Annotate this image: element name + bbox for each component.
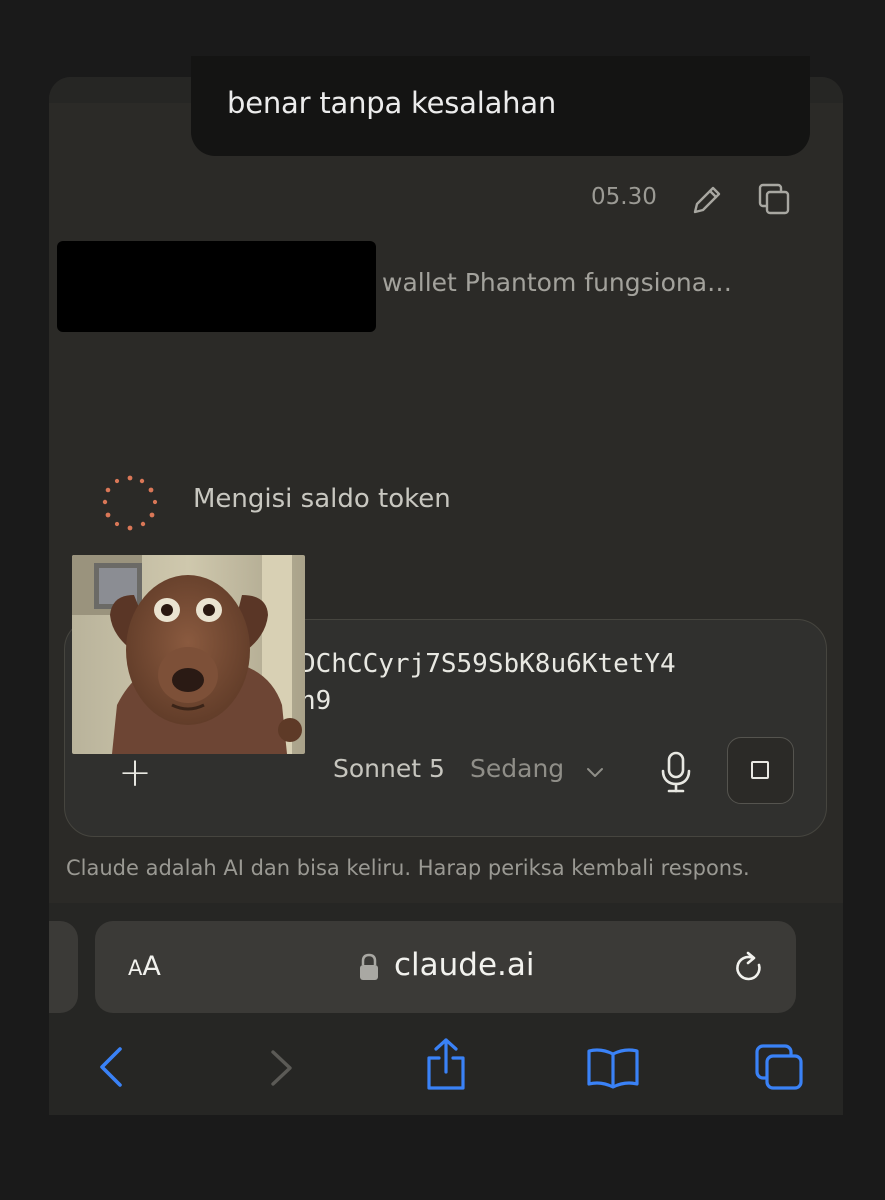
microphone-icon[interactable] — [658, 750, 694, 794]
disclaimer-text: Claude adalah AI dan bisa keliru. Harap … — [66, 856, 750, 880]
tabs-icon[interactable] — [754, 1043, 804, 1091]
url-text[interactable]: claude.ai — [394, 947, 535, 983]
chevron-down-icon[interactable] — [584, 761, 606, 783]
add-attachment-button[interactable]: + — [112, 750, 158, 796]
loading-spinner-icon — [100, 473, 160, 533]
stop-icon — [751, 761, 769, 779]
dog-picture-overlay — [72, 555, 305, 754]
status-text: Mengisi saldo token — [193, 484, 451, 514]
chevron-right-icon[interactable] — [268, 1048, 296, 1088]
thinking-summary[interactable]: wallet Phantom fungsiona… — [382, 268, 732, 297]
composer-line-1: DChCCyrj7S59SbK8u6KtetY4 — [300, 649, 676, 679]
chevron-left-icon[interactable] — [96, 1045, 126, 1089]
share-icon[interactable] — [424, 1036, 468, 1092]
composer-input-text[interactable]: DChCCyrj7S59SbK8u6KtetY4 h9 — [300, 646, 820, 720]
copy-icon[interactable] — [756, 181, 792, 217]
book-icon[interactable] — [585, 1046, 641, 1090]
model-effort-level[interactable]: Sedang — [470, 754, 564, 783]
reload-icon[interactable] — [731, 950, 767, 986]
redacted-block — [57, 241, 376, 332]
message-time: 05.30 — [591, 184, 657, 210]
lock-icon — [358, 952, 380, 982]
stop-button[interactable] — [727, 737, 794, 804]
previous-tab-edge[interactable] — [49, 921, 78, 1013]
pencil-icon[interactable] — [689, 182, 725, 218]
text-size-button[interactable]: AA — [128, 951, 161, 982]
user-message-text: benar tanpa kesalahan — [227, 86, 557, 120]
model-name[interactable]: Sonnet 5 — [333, 754, 445, 783]
